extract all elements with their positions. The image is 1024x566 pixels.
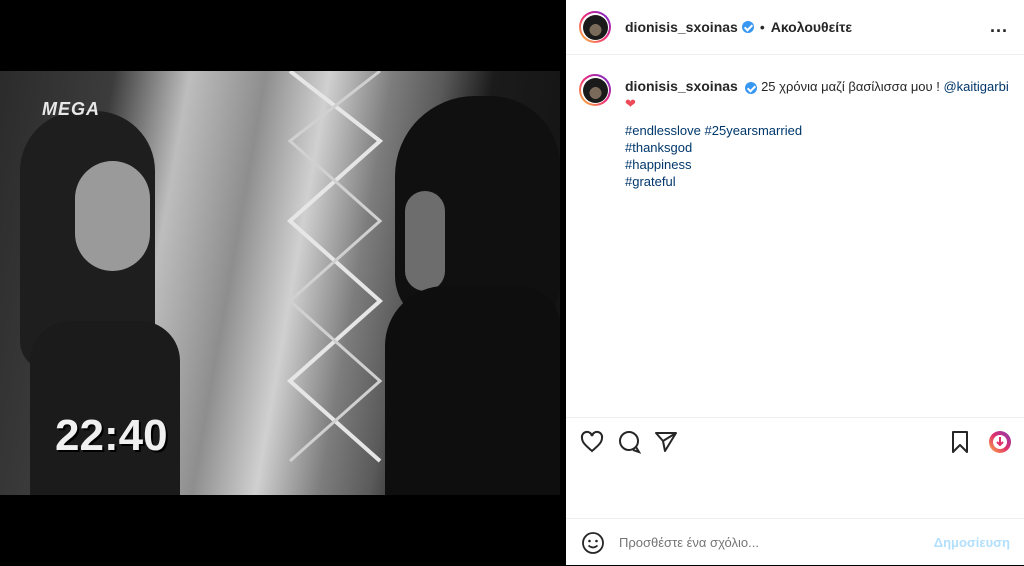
heart-icon[interactable]: [578, 428, 606, 456]
extension-icon[interactable]: [986, 428, 1014, 456]
more-options-icon[interactable]: ...: [990, 16, 1008, 37]
hashtag-link[interactable]: #thanksgod: [625, 139, 1015, 156]
post-media: MEGA 22:40: [0, 0, 566, 565]
man-face: [405, 191, 445, 291]
mention-link[interactable]: @kaitigarbi: [943, 79, 1008, 94]
hashtag-link[interactable]: #happiness: [625, 156, 1015, 173]
woman-body: [30, 321, 180, 495]
caption-body: dionisis_sxoinas 25 χρόνια μαζί βασίλισσ…: [625, 78, 1015, 190]
action-bar: [566, 417, 1024, 468]
man-body: [385, 286, 560, 495]
hashtag-link[interactable]: #grateful: [625, 173, 1015, 190]
separator: •: [759, 19, 765, 35]
comment-icon[interactable]: [615, 428, 643, 456]
heart-emoji: ❤: [625, 96, 636, 111]
bookmark-icon[interactable]: [946, 428, 974, 456]
post-header: dionisis_sxoinas • Ακολουθείτε ...: [566, 0, 1024, 55]
hashtag-link[interactable]: #endlesslove #25yearsmarried: [625, 122, 1015, 139]
caption-text: 25 χρόνια μαζί βασίλισσα μου !: [761, 79, 944, 94]
stage-decoration: [286, 71, 384, 463]
emoji-icon[interactable]: [581, 531, 605, 555]
publish-button[interactable]: Δημοσίευση: [934, 535, 1010, 550]
channel-logo: MEGA: [42, 99, 100, 119]
following-button[interactable]: Ακολουθείτε: [771, 19, 852, 35]
avatar[interactable]: [579, 11, 611, 43]
add-comment-bar: Δημοσίευση: [566, 518, 1024, 566]
header-username[interactable]: dionisis_sxoinas: [625, 19, 738, 35]
comment-input[interactable]: [617, 534, 921, 551]
caption-username[interactable]: dionisis_sxoinas: [625, 78, 738, 94]
post-side-panel: dionisis_sxoinas • Ακολουθείτε ... dioni…: [566, 0, 1024, 565]
share-icon[interactable]: [652, 428, 680, 456]
woman-face: [75, 161, 150, 271]
verified-icon: [745, 81, 758, 94]
video-player[interactable]: MEGA 22:40: [0, 71, 560, 495]
verified-icon: [741, 21, 754, 33]
caption-avatar[interactable]: [579, 74, 611, 106]
hashtag-list: #endlesslove #25yearsmarried #thanksgod …: [625, 122, 1015, 190]
video-timestamp: 22:40: [55, 411, 168, 460]
